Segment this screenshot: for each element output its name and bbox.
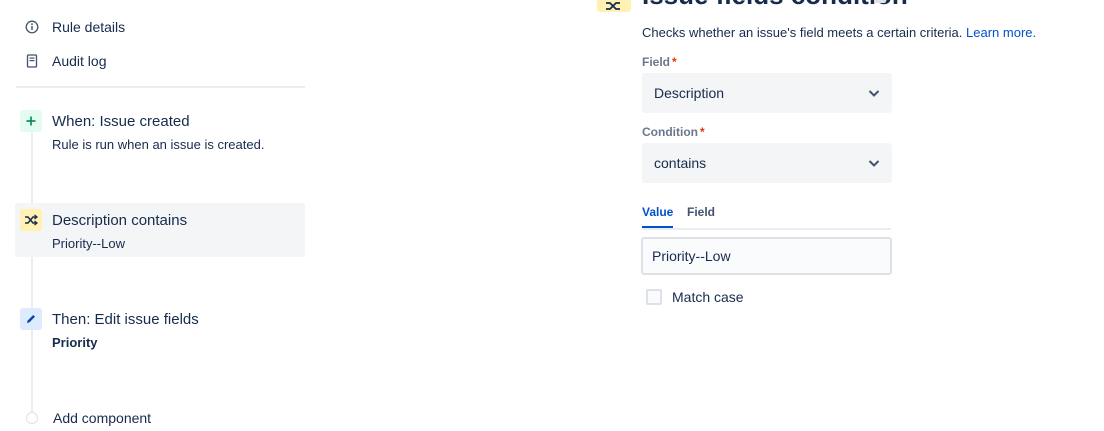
panel-header-badge xyxy=(597,0,631,12)
action-subtitle: Priority xyxy=(52,335,98,350)
field-label: Field * xyxy=(642,55,677,69)
timeline-line xyxy=(31,132,33,414)
shuffle-icon xyxy=(25,214,38,226)
match-case-checkbox[interactable]: Match case xyxy=(646,288,744,306)
condition-subtitle: Priority--Low xyxy=(52,236,125,251)
checkbox-box xyxy=(646,289,662,305)
rule-trigger-card[interactable]: When: Issue created Rule is run when an … xyxy=(15,104,305,158)
condition-select[interactable]: contains xyxy=(642,143,892,183)
condition-label-text: Condition xyxy=(642,125,698,139)
value-input[interactable]: Priority--Low xyxy=(641,237,892,275)
trigger-title: When: Issue created xyxy=(52,113,190,130)
trigger-subtitle: Rule is run when an issue is created. xyxy=(52,137,265,152)
panel-title: Issue fields condition xyxy=(642,0,908,11)
shuffle-icon xyxy=(606,2,620,10)
add-component-label: Add component xyxy=(53,410,152,426)
nav-rule-details-label: Rule details xyxy=(52,19,126,35)
trigger-badge xyxy=(20,110,42,132)
plus-icon xyxy=(26,116,36,126)
panel-description: Checks whether an issue's field meets a … xyxy=(642,25,1036,40)
value-input-text: Priority--Low xyxy=(652,248,731,264)
condition-select-value: contains xyxy=(654,155,707,171)
action-badge xyxy=(20,308,42,330)
action-title: Then: Edit issue fields xyxy=(52,311,199,328)
match-case-label: Match case xyxy=(672,289,744,305)
document-icon xyxy=(24,53,40,69)
required-marker: * xyxy=(699,125,705,139)
nav-rule-details[interactable]: Rule details xyxy=(24,16,125,38)
condition-title: Description contains xyxy=(52,212,188,229)
value-field-tabs: Value Field xyxy=(642,205,891,230)
chevron-down-icon xyxy=(868,90,880,97)
panel-title-extra-icon xyxy=(874,0,886,3)
condition-badge xyxy=(20,209,42,231)
pencil-icon xyxy=(27,315,35,323)
nav-audit-log[interactable]: Audit log xyxy=(24,50,106,72)
field-select-value: Description xyxy=(654,85,725,101)
rule-action-card[interactable]: Then: Edit issue fields Priority xyxy=(15,302,305,356)
rule-condition-card[interactable]: Description contains Priority--Low xyxy=(15,203,305,257)
add-component-button[interactable]: Add component xyxy=(24,408,151,428)
chevron-down-icon xyxy=(868,160,880,167)
tab-value[interactable]: Value xyxy=(642,205,674,228)
panel-description-text: Checks whether an issue's field meets a … xyxy=(642,25,963,40)
required-marker: * xyxy=(672,55,677,69)
learn-more-link[interactable]: Learn more. xyxy=(966,25,1036,40)
nav-divider xyxy=(16,86,305,88)
field-select[interactable]: Description xyxy=(642,73,892,113)
tab-field[interactable]: Field xyxy=(687,205,715,225)
nav-audit-log-label: Audit log xyxy=(52,53,107,69)
add-component-circle-icon xyxy=(26,412,38,424)
info-icon xyxy=(24,19,40,35)
field-label-text: Field xyxy=(642,55,671,69)
condition-label: Condition * xyxy=(642,125,705,139)
